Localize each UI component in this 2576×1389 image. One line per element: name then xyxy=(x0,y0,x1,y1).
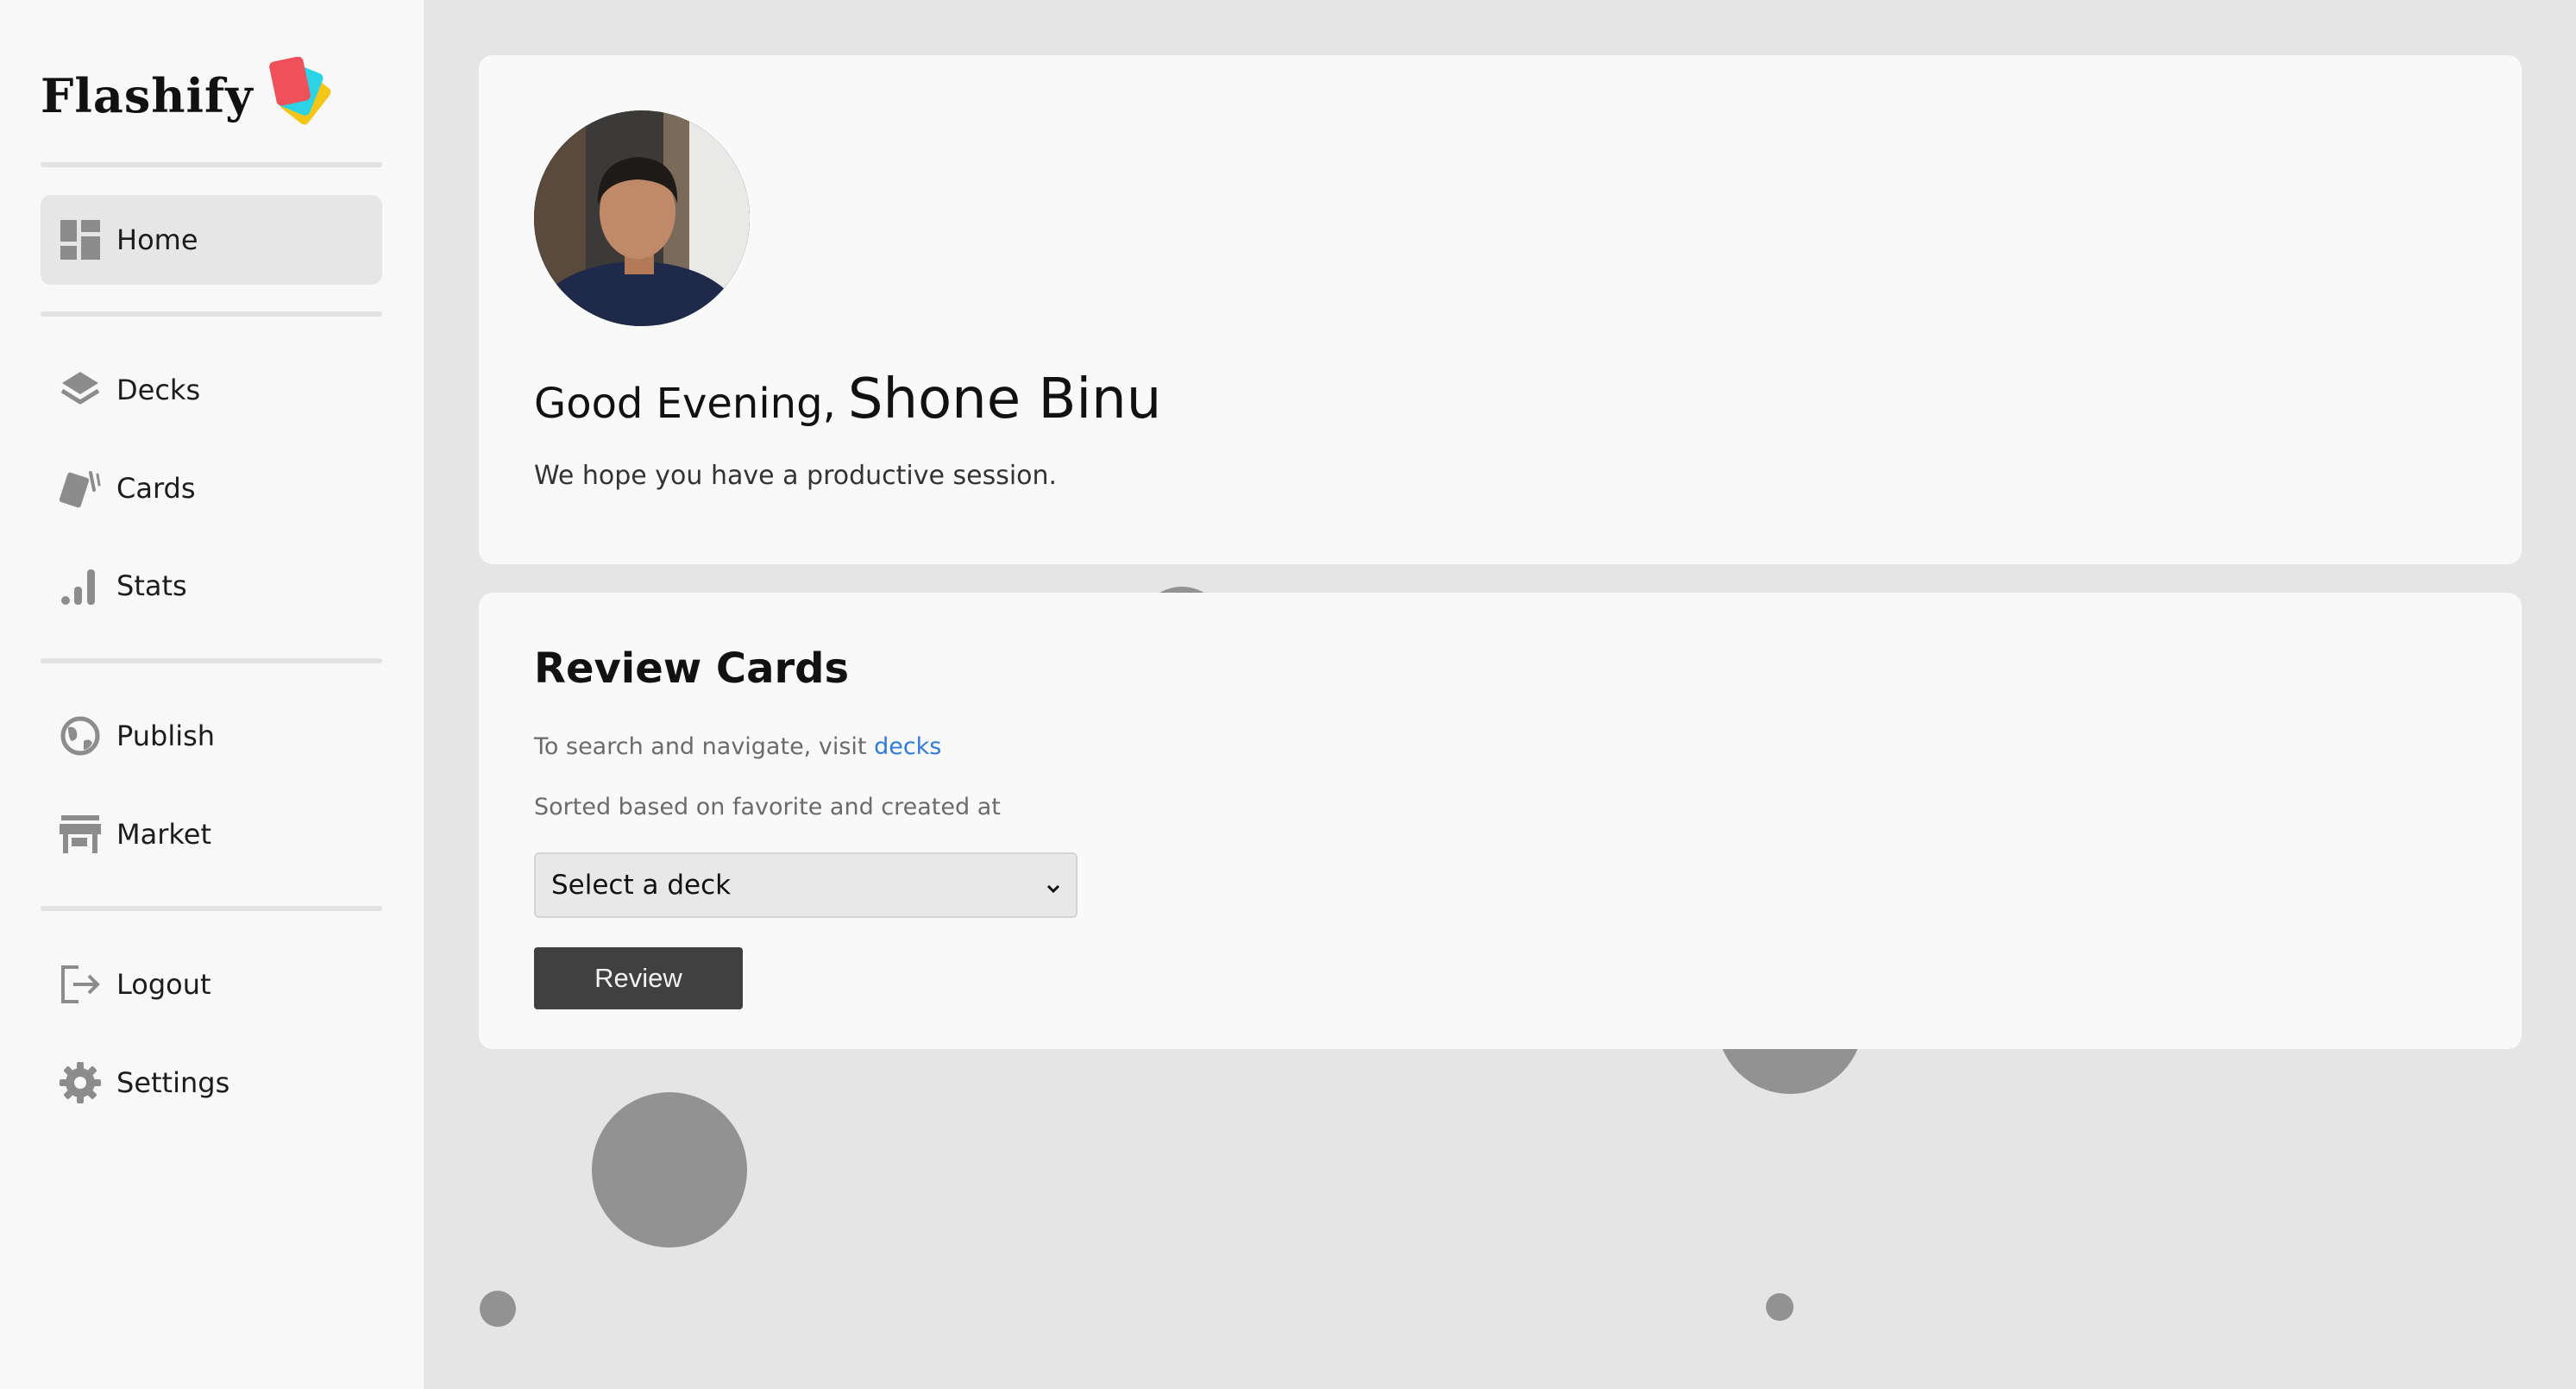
sort-note: Sorted based on favorite and created at xyxy=(534,794,1001,820)
sidebar-divider xyxy=(41,658,382,663)
navigation-hint: To search and navigate, visit decks xyxy=(534,733,941,760)
sidebar-divider xyxy=(41,311,382,317)
background-bubble xyxy=(480,1291,516,1327)
globe-icon xyxy=(60,715,101,757)
welcome-card: Good Evening, Shone Binu We hope you hav… xyxy=(479,55,2522,564)
sidebar-item-label: Logout xyxy=(116,968,211,1001)
navigation-hint-text: To search and navigate, visit xyxy=(534,733,867,760)
sidebar-item-home[interactable]: Home xyxy=(41,195,382,285)
avatar[interactable] xyxy=(534,110,750,326)
review-button[interactable]: Review xyxy=(534,947,743,1009)
background-bubble xyxy=(1766,1293,1794,1321)
bar-chart-icon xyxy=(60,565,101,607)
deck-select-value: Select a deck xyxy=(551,870,732,901)
user-name: Shone Binu xyxy=(847,368,1162,431)
greeting-text: Good Evening, xyxy=(534,380,836,428)
sidebar-divider xyxy=(41,906,382,911)
review-card: Review Cards To search and navigate, vis… xyxy=(479,593,2522,1049)
dashboard-icon xyxy=(60,219,101,261)
sidebar-item-decks[interactable]: Decks xyxy=(41,345,382,435)
sidebar: Flashify Home Decks Cards Stats Publish … xyxy=(0,0,424,1389)
sidebar-item-logout[interactable]: Logout xyxy=(41,940,382,1029)
background-bubble xyxy=(592,1092,747,1248)
deck-select[interactable]: Select a deck xyxy=(534,852,1078,918)
welcome-subtitle: We hope you have a productive session. xyxy=(534,461,1058,491)
decks-link[interactable]: decks xyxy=(874,733,941,760)
greeting: Good Evening, Shone Binu xyxy=(534,368,1161,431)
flashify-logo-icon xyxy=(268,56,338,135)
sidebar-item-label: Stats xyxy=(116,569,187,602)
store-icon xyxy=(60,814,101,855)
sidebar-item-stats[interactable]: Stats xyxy=(41,541,382,631)
sidebar-item-label: Home xyxy=(116,223,198,256)
brand[interactable]: Flashify xyxy=(41,56,338,135)
sidebar-item-market[interactable]: Market xyxy=(41,789,382,879)
sidebar-item-cards[interactable]: Cards xyxy=(41,443,382,533)
sidebar-item-publish[interactable]: Publish xyxy=(41,691,382,781)
chevron-down-icon xyxy=(1043,875,1064,896)
sidebar-item-label: Cards xyxy=(116,472,196,505)
sidebar-item-settings[interactable]: Settings xyxy=(41,1038,382,1128)
logout-icon xyxy=(60,964,101,1005)
cards-icon xyxy=(60,468,101,509)
sidebar-divider xyxy=(41,162,382,167)
sidebar-item-label: Market xyxy=(116,818,211,851)
layers-icon xyxy=(60,369,101,411)
sidebar-item-label: Settings xyxy=(116,1066,230,1099)
review-title: Review Cards xyxy=(534,644,850,693)
sidebar-item-label: Decks xyxy=(116,374,201,406)
app-name: Flashify xyxy=(41,68,254,123)
gear-icon xyxy=(60,1062,101,1103)
sidebar-item-label: Publish xyxy=(116,720,216,752)
